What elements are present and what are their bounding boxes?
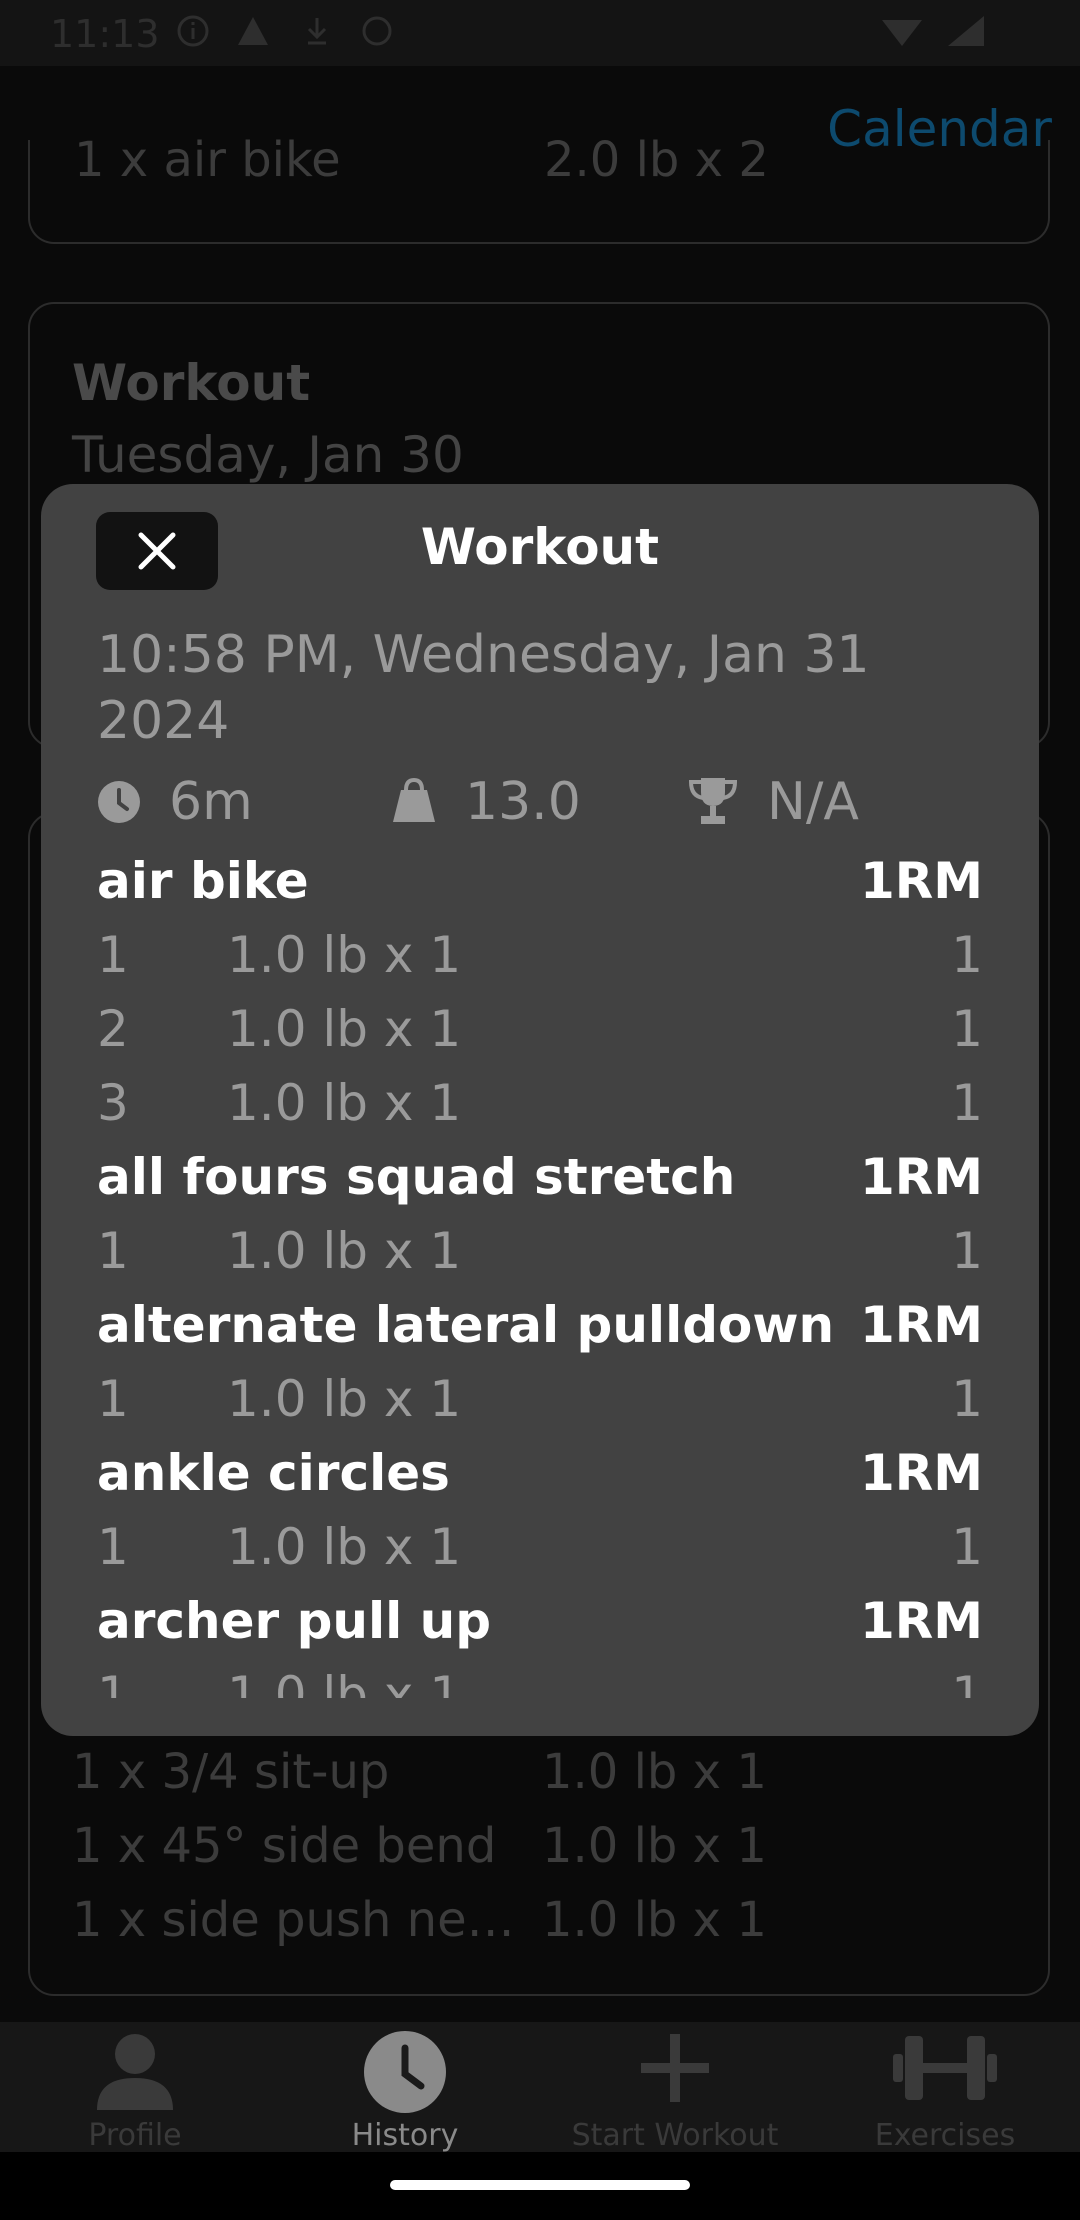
set-value: 1.0 lb x 1: [227, 1000, 462, 1058]
set-rm: 1: [951, 926, 983, 984]
card-value: 2.0 lb x 2: [544, 132, 769, 188]
nav-label: Start Workout: [571, 2118, 779, 2153]
set-row: 3 1.0 lb x 1 1: [97, 1074, 983, 1148]
pr-stat: N/A: [687, 768, 907, 834]
duration-value: 6m: [169, 772, 253, 832]
set-number: 1: [97, 1518, 129, 1576]
set-row: 1 1.0 lb x 1 1: [97, 1518, 983, 1592]
nav-start-workout[interactable]: Start Workout: [540, 2022, 810, 2153]
set-value: 1.0 lb x 1: [227, 1666, 462, 1698]
exercise-name: archer pull up: [97, 1592, 492, 1650]
exercise-name: ankle circles: [97, 1444, 450, 1502]
rm-header: 1RM: [859, 1148, 983, 1206]
card-date: Tuesday, Jan 30: [72, 426, 464, 484]
download-icon: [307, 18, 327, 45]
rm-header: 1RM: [859, 1592, 983, 1650]
card-value: 1.0 lb x 1: [542, 1892, 767, 1948]
exercise-name: all fours squad stretch: [97, 1148, 736, 1206]
nav-label: History: [351, 2118, 459, 2153]
set-value: 1.0 lb x 1: [227, 1370, 462, 1428]
exercise-name: alternate lateral pulldown: [97, 1296, 835, 1354]
set-rm: 1: [951, 1666, 983, 1698]
nav-exercises[interactable]: Exercises: [810, 2022, 1080, 2153]
nav-label: Exercises: [874, 2118, 1016, 2153]
card-value: 1.0 lb x 1: [542, 1744, 767, 1800]
workout-detail-dialog: Workout 10:58 PM, Wednesday, Jan 31 2024…: [41, 484, 1039, 1736]
exercise-header: alternate lateral pulldown 1RM: [97, 1296, 983, 1370]
info-icon: [177, 15, 209, 47]
set-value: 1.0 lb x 1: [227, 1518, 462, 1576]
duration-stat: 6m: [97, 768, 297, 834]
clock-icon: [364, 2031, 446, 2113]
nav-profile[interactable]: Profile: [0, 2022, 270, 2153]
pr-value: N/A: [767, 772, 859, 832]
clock-icon: [98, 781, 140, 823]
gesture-handle[interactable]: [390, 2180, 690, 2190]
nav-label: Profile: [88, 2118, 182, 2153]
gesture-area: [0, 2152, 1080, 2220]
set-row: 2 1.0 lb x 1 1: [97, 1000, 983, 1074]
workout-datetime: 10:58 PM, Wednesday, Jan 31 2024: [97, 625, 870, 751]
set-row: 1 1.0 lb x 1 1: [97, 926, 983, 1000]
nav-history[interactable]: History: [270, 2022, 540, 2153]
bottom-navigation: Profile History Start Workout Exercises: [0, 2022, 1080, 2153]
set-value: 1.0 lb x 1: [227, 1074, 462, 1132]
exercise-name: air bike: [97, 852, 309, 910]
exercise-header: air bike 1RM: [97, 852, 983, 926]
exercise-header: archer pull up 1RM: [97, 1592, 983, 1666]
card-exercise: 1 x 3/4 sit-up: [72, 1744, 390, 1800]
rm-header: 1RM: [859, 1444, 983, 1502]
history-card[interactable]: 1 x air bike 2.0 lb x 2: [28, 132, 1050, 244]
signal-icon: [948, 16, 984, 46]
person-icon: [97, 2034, 173, 2110]
exercise-list-inner: air bike 1RM 1 1.0 lb x 1 1 2 1.0 lb x 1…: [97, 852, 983, 1698]
set-number: 1: [97, 926, 129, 984]
trophy-icon: [688, 778, 738, 824]
set-value: 1.0 lb x 1: [227, 1222, 462, 1280]
rm-header: 1RM: [859, 852, 983, 910]
screen: 11:13 Calendar 1 x air bike 2.0 lb x 2 W…: [0, 0, 1080, 2220]
set-rm: 1: [951, 1222, 983, 1280]
status-bar: 11:13: [0, 0, 1080, 66]
set-rm: 1: [951, 1074, 983, 1132]
set-value: 1.0 lb x 1: [227, 926, 462, 984]
set-rm: 1: [951, 1518, 983, 1576]
plus-icon: [641, 2034, 709, 2102]
set-number: 1: [97, 1370, 129, 1428]
exercise-header: all fours squad stretch 1RM: [97, 1148, 983, 1222]
set-number: 2: [97, 1000, 129, 1058]
set-row: 1 1.0 lb x 1 1: [97, 1666, 983, 1698]
set-number: 1: [97, 1222, 129, 1280]
card-value: 1.0 lb x 1: [542, 1818, 767, 1874]
set-row: 1 1.0 lb x 1 1: [97, 1370, 983, 1444]
weight-icon: [393, 777, 435, 822]
card-exercise: 1 x 45° side bend: [72, 1818, 497, 1874]
exercise-list[interactable]: air bike 1RM 1 1.0 lb x 1 1 2 1.0 lb x 1…: [41, 852, 1039, 1698]
volume-value: 13.0: [465, 772, 581, 832]
status-time: 11:13: [50, 12, 160, 56]
card-exercise: 1 x side push ne…: [72, 1892, 515, 1948]
set-row: 1 1.0 lb x 1 1: [97, 1222, 983, 1296]
sync-icon: [362, 16, 392, 46]
warning-icon: [238, 17, 268, 45]
dialog-title: Workout: [420, 518, 660, 576]
wifi-icon: [882, 20, 922, 46]
rm-header: 1RM: [859, 1296, 983, 1354]
card-title: Workout: [72, 354, 311, 412]
card-exercise: 1 x air bike: [74, 132, 341, 188]
set-rm: 1: [951, 1370, 983, 1428]
dumbbell-icon: [893, 2036, 997, 2100]
volume-stat: 13.0: [391, 768, 611, 834]
set-number: 1: [97, 1666, 129, 1698]
set-number: 3: [97, 1074, 129, 1132]
set-rm: 1: [951, 1000, 983, 1058]
exercise-header: ankle circles 1RM: [97, 1444, 983, 1518]
